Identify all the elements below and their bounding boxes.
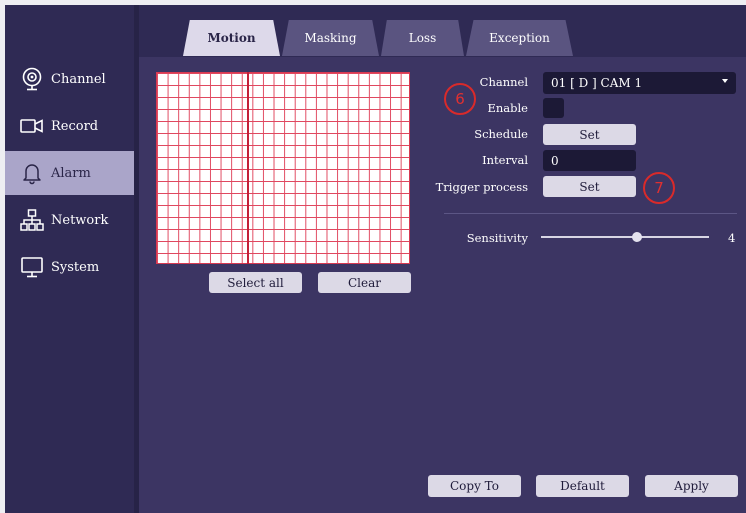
motion-detection-grid[interactable] xyxy=(156,72,410,264)
schedule-label: Schedule xyxy=(474,127,528,141)
sidebar-divider xyxy=(134,5,139,513)
schedule-set-button[interactable]: Set xyxy=(543,124,636,145)
chevron-down-icon xyxy=(722,79,728,83)
interval-value: 0 xyxy=(551,153,559,168)
sidebar-item-channel[interactable]: Channel xyxy=(5,57,134,101)
trigger-process-label: Trigger process xyxy=(435,180,528,194)
interval-input[interactable]: 0 xyxy=(543,150,636,171)
tab-loss[interactable]: Loss xyxy=(381,20,464,56)
tab-exception[interactable]: Exception xyxy=(466,20,573,56)
grid-center-divider xyxy=(247,72,249,264)
channel-value: 01 [ D ] CAM 1 xyxy=(551,76,643,90)
enable-checkbox[interactable] xyxy=(543,98,564,118)
bell-icon xyxy=(19,160,45,186)
video-camera-icon xyxy=(19,113,45,139)
sidebar-item-label: Alarm xyxy=(51,165,91,181)
sidebar-item-label: Network xyxy=(51,212,109,228)
interval-label: Interval xyxy=(482,153,528,167)
trigger-process-set-button[interactable]: Set xyxy=(543,176,636,197)
sidebar-item-label: Record xyxy=(51,118,99,134)
apply-button[interactable]: Apply xyxy=(645,475,738,497)
enable-label: Enable xyxy=(487,101,528,115)
tab-masking[interactable]: Masking xyxy=(282,20,379,56)
sidebar-item-record[interactable]: Record xyxy=(5,104,134,148)
sensitivity-slider[interactable] xyxy=(541,236,709,238)
clear-button[interactable]: Clear xyxy=(318,272,411,293)
webcam-icon xyxy=(19,66,45,92)
sensitivity-label: Sensitivity xyxy=(466,231,528,245)
sidebar-item-label: Channel xyxy=(51,71,106,87)
sensitivity-value: 4 xyxy=(728,231,736,245)
annotation-callout-7: 7 xyxy=(643,172,675,204)
select-all-button[interactable]: Select all xyxy=(209,272,302,293)
tab-motion[interactable]: Motion xyxy=(183,20,280,56)
sidebar-item-network[interactable]: Network xyxy=(5,198,134,242)
annotation-callout-6: 6 xyxy=(444,83,476,115)
monitor-icon xyxy=(19,254,45,280)
sensitivity-slider-handle[interactable] xyxy=(631,232,642,242)
copy-to-button[interactable]: Copy To xyxy=(428,475,521,497)
channel-label: Channel xyxy=(479,75,528,89)
default-button[interactable]: Default xyxy=(536,475,629,497)
sidebar-item-system[interactable]: System xyxy=(5,245,134,289)
network-icon xyxy=(19,207,45,233)
sidebar-item-alarm[interactable]: Alarm xyxy=(5,151,134,195)
sidebar-item-label: System xyxy=(51,259,100,275)
form-divider xyxy=(444,213,737,214)
channel-dropdown[interactable]: 01 [ D ] CAM 1 xyxy=(543,72,736,94)
